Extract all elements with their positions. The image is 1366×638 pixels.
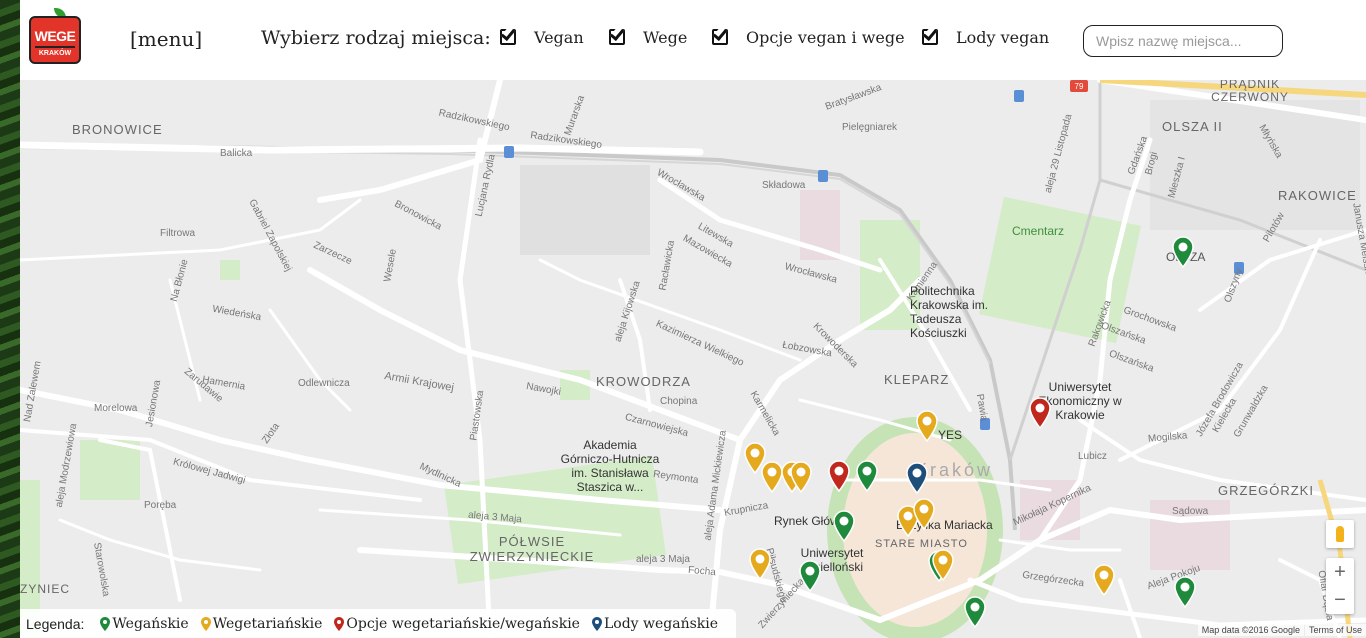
legend-label: Wegetariańskie — [212, 615, 323, 632]
district-label: KLEPARZ — [884, 372, 950, 387]
filter-ice-cream[interactable]: Lody vegan — [922, 25, 1050, 47]
map-marker-vegan[interactable] — [856, 460, 878, 493]
logo-title: WEGE — [34, 28, 76, 44]
street-label: Filtrowa — [160, 228, 196, 239]
district-label: OLSZA II — [1162, 119, 1223, 134]
district-label: GRZEGÓRZKI — [1218, 483, 1314, 498]
district-label: KROWODRZA — [596, 374, 691, 389]
street-label: Chopina — [660, 396, 698, 407]
poi-label: Politechnika Krakowska im. Tadeusza Kośc… — [910, 284, 989, 340]
map-marker-vegan[interactable] — [1174, 576, 1196, 609]
logo-divider — [35, 46, 75, 48]
district-label: PRĄDNIK CZERWONY — [1211, 80, 1289, 104]
terms-link[interactable]: Terms of Use — [1304, 624, 1366, 636]
street-label: Balicka — [220, 148, 253, 159]
filter-label: Wybierz rodzaj miejsca: — [261, 27, 491, 49]
checkbox-vegan[interactable] — [500, 25, 520, 47]
map-marker-vegan[interactable] — [1172, 236, 1194, 269]
map-marker-vegetarian[interactable] — [932, 549, 954, 582]
map-pin-icon — [591, 616, 602, 631]
filter-wege[interactable]: Wege — [609, 25, 688, 47]
map-pin-icon — [334, 616, 345, 631]
street-label: Odlewnicza — [298, 378, 350, 389]
legend-title: Legenda: — [26, 615, 85, 632]
filter-ice-cream-label: Lody vegan — [956, 27, 1050, 47]
foliage-border — [0, 0, 20, 638]
district-label: RAKOWICE — [1278, 188, 1357, 203]
street-label: aleja 3 Maja — [636, 554, 690, 565]
street-label: Pielęgniarek — [842, 122, 898, 133]
poi-label: Akademia Górniczo-Hutnicza im. Stanisław… — [560, 438, 660, 494]
legend: Legenda: Wegańskie Wegetariańskie Opcje … — [20, 609, 737, 638]
map-base: 79 — [20, 80, 1366, 638]
checkbox-ice-cream[interactable] — [922, 25, 942, 47]
street-view-pegman[interactable] — [1326, 520, 1354, 548]
filter-vegan[interactable]: Vegan — [500, 25, 584, 47]
zoom-in-button[interactable]: + — [1326, 558, 1354, 586]
map-marker-vegan[interactable] — [833, 510, 855, 543]
street-label: Morelowa — [94, 403, 138, 414]
filter-vegan-label: Vegan — [534, 27, 584, 47]
map-marker-options[interactable] — [1029, 397, 1051, 430]
poi-politechnika[interactable]: Politechnika Krakowska im. Tadeusza Kośc… — [910, 284, 1010, 340]
map-pin-icon — [100, 616, 111, 631]
district-label: PÓŁWSIE ZWIERZYNIECKIE — [469, 534, 595, 564]
person-icon — [1336, 526, 1344, 542]
poi-cmentarz[interactable]: Cmentarz — [1012, 224, 1064, 238]
legend-vegetarian: Wegetariańskie — [200, 615, 323, 632]
legend-label: Wegańskie — [112, 615, 189, 632]
district-label: BRONOWICE — [72, 122, 163, 137]
logo[interactable]: WEGE KRAKÓW — [29, 8, 81, 64]
map-marker-ice-cream[interactable] — [906, 462, 928, 495]
filter-wege-label: Wege — [643, 27, 688, 47]
map-marker-vegan[interactable] — [964, 596, 986, 629]
map-marker-vegetarian[interactable] — [916, 410, 938, 443]
map-pin-icon — [200, 616, 211, 631]
street-label: Składowa — [762, 180, 806, 191]
poi-agh[interactable]: Akademia Górniczo-Hutnicza im. Stanisław… — [560, 438, 660, 494]
map-marker-vegetarian[interactable] — [913, 498, 935, 531]
street-label: Sądowa — [1172, 506, 1209, 517]
zoom-out-button[interactable]: − — [1326, 586, 1354, 614]
map-attribution: Map data ©2016 Google — [1197, 624, 1304, 636]
zoom-control: + − — [1326, 558, 1354, 614]
poi-yes[interactable]: YES — [938, 428, 962, 442]
logo-subtitle: KRAKÓW — [38, 50, 72, 57]
map-marker-vegetarian[interactable] — [790, 461, 812, 494]
map-marker-vegetarian[interactable] — [761, 461, 783, 494]
street-label: Poręba — [144, 500, 177, 511]
district-label: ZYNIEC — [20, 582, 71, 596]
street-label: Focha — [687, 564, 717, 579]
map-marker-options[interactable] — [828, 460, 850, 493]
map-marker-vegan[interactable] — [799, 560, 821, 593]
legend-label: Opcje wegetariańskie/wegańskie — [346, 615, 580, 632]
map-canvas[interactable]: 79 BRONOWICE KROWODRZA KLEPARZ OLSZA II … — [20, 80, 1366, 638]
logo-badge: WEGE KRAKÓW — [29, 16, 81, 64]
filter-options-label: Opcje vegan i wege — [746, 27, 905, 47]
street-label: Lubicz — [1078, 451, 1107, 462]
legend-options: Opcje wegetariańskie/wegańskie — [334, 616, 580, 632]
map-marker-vegetarian[interactable] — [749, 548, 771, 581]
filter-options[interactable]: Opcje vegan i wege — [712, 25, 905, 47]
legend-label: Lody wegańskie — [603, 615, 719, 632]
menu-toggle[interactable]: [menu] — [130, 27, 202, 51]
legend-vegan: Wegańskie — [100, 615, 189, 632]
legend-ice-cream: Lody wegańskie — [591, 615, 719, 632]
checkbox-wege[interactable] — [609, 25, 629, 47]
search-input[interactable] — [1083, 25, 1283, 57]
top-bar: WEGE KRAKÓW [menu] Wybierz rodzaj miejsc… — [20, 0, 1366, 80]
map-marker-vegetarian[interactable] — [1093, 564, 1115, 597]
checkbox-options[interactable] — [712, 25, 732, 47]
svg-text:79: 79 — [1075, 82, 1084, 91]
